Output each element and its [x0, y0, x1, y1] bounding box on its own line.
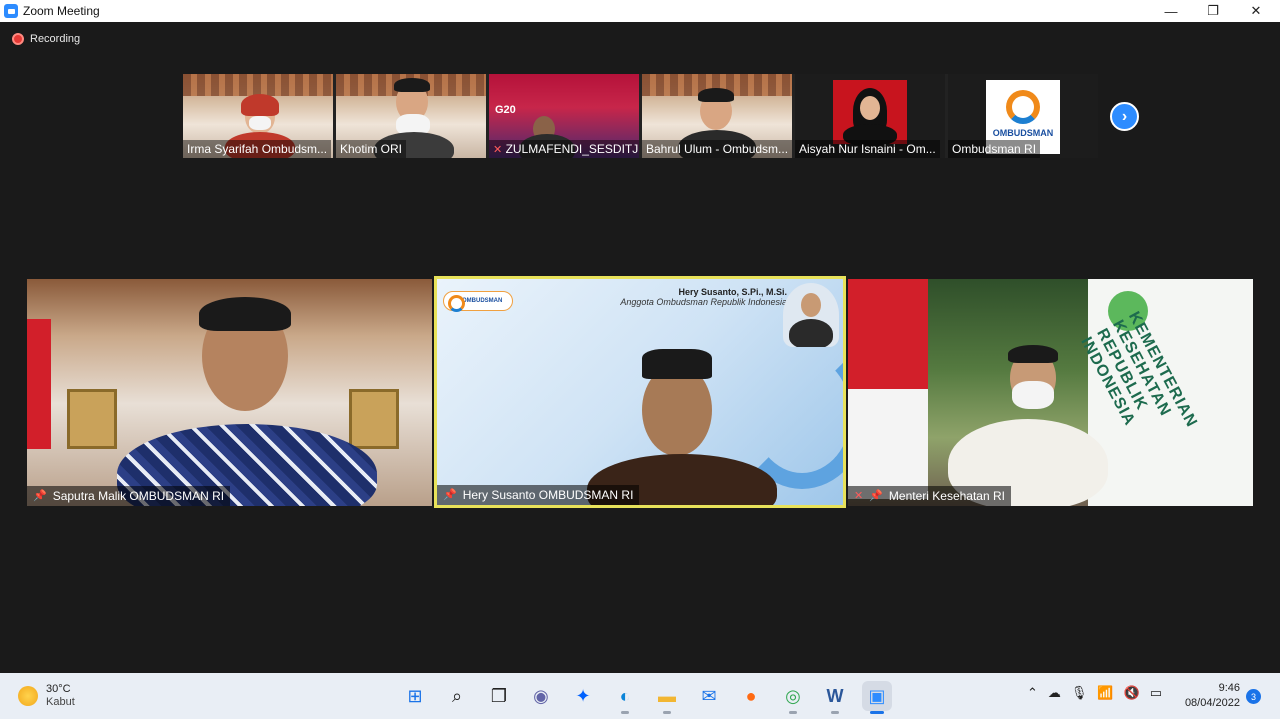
participant-name: ✕ 📌 Menteri Kesehatan RI	[848, 486, 1011, 506]
participant-mask	[249, 116, 271, 130]
speaker-heading-name: Hery Susanto, S.Pi., M.Si.	[678, 287, 787, 297]
participant-hair	[1008, 345, 1058, 363]
weather-condition: Kabut	[46, 696, 75, 708]
participant-thumbnail[interactable]: Irma Syarifah Ombudsm...	[183, 74, 333, 158]
next-page-button[interactable]: ›	[1110, 102, 1139, 131]
taskbar-pinned-apps: ⊞ ⌕ ❐ ◉ ✦ ◐ ▬ ✉ ● ◎ W ▣	[400, 681, 892, 714]
weather-temp: 30°C	[46, 683, 71, 695]
zoom-app-icon	[4, 4, 18, 18]
window-title: Zoom Meeting	[23, 4, 100, 18]
participant-name-text: Menteri Kesehatan RI	[888, 489, 1005, 503]
microphone-icon[interactable]: 🎙	[1071, 685, 1088, 701]
participant-thumbnail-strip: Irma Syarifah Ombudsm... Khotim ORI G20 …	[183, 74, 1098, 158]
participant-name: 📌 Saputra Malik OMBUDSMAN RI	[27, 486, 231, 506]
battery-icon[interactable]: ▭	[1150, 685, 1162, 701]
participant-peci	[642, 349, 712, 379]
participant-name: Ombudsman RI	[948, 140, 1041, 158]
participant-thumbnail[interactable]: G20 ✕ ZULMAFENDI_SESDITJ...	[489, 74, 639, 158]
participant-hijab	[241, 94, 279, 116]
weather-sun-icon	[18, 686, 38, 706]
ombudsman-logo-text: OMBUDSMAN	[992, 128, 1054, 138]
participant-hair	[698, 88, 734, 102]
participant-name: Irma Syarifah Ombudsm...	[183, 140, 332, 158]
onedrive-cloud-icon[interactable]: ☁	[1048, 685, 1061, 701]
speaker-heading-role: Anggota Ombudsman Republik Indonesia	[620, 297, 787, 307]
start-icon[interactable]: ⊞	[400, 681, 430, 711]
video-tile-active-speaker[interactable]: OMBUDSMAN Hery Susanto, S.Pi., M.Si. Ang…	[434, 276, 846, 508]
minimize-button[interactable]: —	[1151, 0, 1191, 22]
pin-icon: 📌	[869, 490, 883, 502]
participant-name-text: ZULMAFENDI_SESDITJ...	[505, 142, 639, 156]
teams-chat-icon[interactable]: ◉	[526, 681, 556, 711]
system-tray: ⌃ ☁ 🎙 📶 🔇 ▭	[1027, 685, 1162, 701]
taskbar-clock[interactable]: 9:46 08/04/2022	[1180, 681, 1240, 711]
recording-indicator[interactable]: Recording	[12, 33, 80, 45]
flag-white	[848, 389, 928, 499]
participant-name: 📌 Hery Susanto OMBUDSMAN RI	[437, 485, 640, 505]
participant-name-text: Hery Susanto OMBUDSMAN RI	[462, 488, 634, 502]
participant-name: Bahrul Ulum - Ombudsm...	[642, 140, 792, 158]
video-tile[interactable]: KEMENTERIAN KESEHATAN REPUBLIK INDONESIA…	[848, 279, 1253, 506]
participant-name: Khotim ORI	[336, 140, 407, 158]
task-view-icon[interactable]: ❐	[484, 681, 514, 711]
pin-icon: 📌	[443, 489, 457, 501]
participant-thumbnail[interactable]: Aisyah Nur Isnaini - Om...	[795, 74, 945, 158]
participant-hair	[394, 78, 430, 92]
edge-icon[interactable]: ◐	[610, 681, 640, 714]
participant-mask	[1012, 381, 1054, 409]
notification-badge[interactable]: 3	[1246, 689, 1261, 704]
speaker-portrait	[783, 283, 839, 347]
firefox-icon[interactable]: ●	[736, 681, 766, 711]
search-icon[interactable]: ⌕	[442, 681, 472, 711]
participant-thumbnail[interactable]: Bahrul Ulum - Ombudsm...	[642, 74, 792, 158]
video-tile[interactable]: 📌 Saputra Malik OMBUDSMAN RI	[27, 279, 432, 506]
close-button[interactable]: ✕	[1236, 0, 1276, 22]
chrome-icon[interactable]: ◎	[778, 681, 808, 714]
windows-taskbar: 30°C Kabut ⊞ ⌕ ❐ ◉ ✦ ◐ ▬ ✉ ● ◎ W ▣ ⌃ ☁ 🎙…	[0, 673, 1280, 719]
participant-thumbnail[interactable]: OMBUDSMAN Ombudsman RI	[948, 74, 1098, 158]
weather-widget[interactable]: 30°C Kabut	[18, 683, 75, 709]
ombudsman-logo: OMBUDSMAN	[443, 291, 513, 312]
chevron-up-icon[interactable]: ⌃	[1027, 685, 1038, 701]
mic-off-icon: ✕	[493, 144, 503, 156]
wifi-icon[interactable]: 📶	[1097, 685, 1113, 701]
flag	[27, 319, 51, 449]
file-explorer-icon[interactable]: ▬	[652, 681, 682, 714]
word-icon[interactable]: W	[820, 681, 850, 714]
participant-name: ✕ ZULMAFENDI_SESDITJ...	[489, 140, 639, 158]
clock-date: 08/04/2022	[1184, 697, 1240, 709]
participant-face-front	[860, 96, 880, 120]
recording-label: Recording	[30, 33, 81, 45]
volume-muted-icon[interactable]: 🔇	[1124, 685, 1140, 701]
pin-icon: 📌	[33, 490, 47, 502]
dropbox-icon[interactable]: ✦	[568, 681, 598, 711]
maximize-button[interactable]: ❐	[1193, 0, 1233, 22]
participant-thumbnail[interactable]: Khotim ORI	[336, 74, 486, 158]
participant-name-text: Saputra Malik OMBUDSMAN RI	[52, 489, 225, 503]
recording-icon	[12, 33, 24, 45]
speaker-heading-card: Hery Susanto, S.Pi., M.Si. Anggota Ombud…	[587, 287, 787, 307]
clock-time: 9:46	[1218, 682, 1240, 694]
mail-icon[interactable]: ✉	[694, 681, 724, 711]
participant-name: Aisyah Nur Isnaini - Om...	[795, 140, 940, 158]
portrait-frame-right	[349, 389, 399, 449]
participant-hair	[199, 297, 291, 331]
zoom-taskbar-icon[interactable]: ▣	[862, 681, 892, 714]
window-titlebar: Zoom Meeting — ❐ ✕	[0, 0, 1280, 22]
g20-logo-text: G20	[495, 104, 516, 116]
ombudsman-logo-icon	[1006, 90, 1040, 124]
portrait-frame-left	[67, 389, 117, 449]
portrait-face	[801, 293, 821, 317]
mic-off-icon: ✕	[854, 490, 864, 502]
flag-red	[848, 279, 928, 389]
